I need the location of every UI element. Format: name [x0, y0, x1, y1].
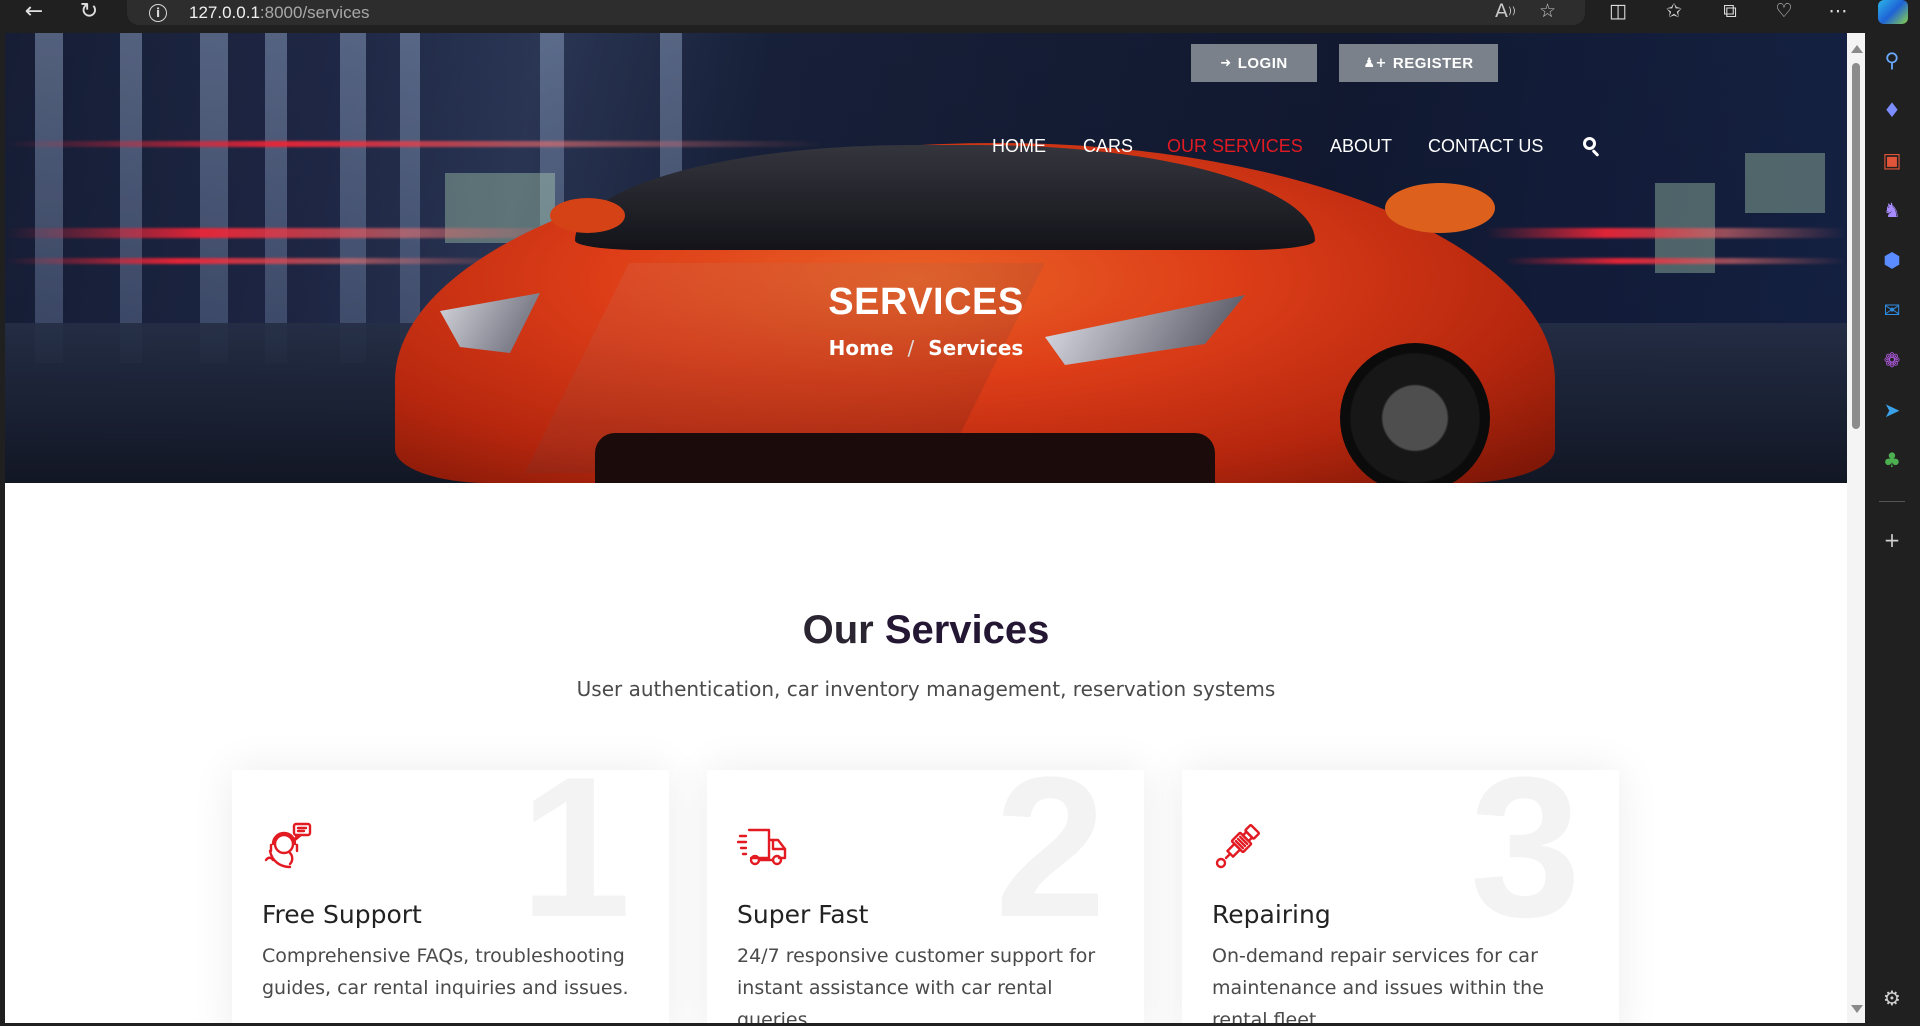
card-title: Super Fast [737, 900, 869, 929]
services-heading-part1: Our [802, 608, 885, 652]
services-subtitle: User authentication, car inventory manag… [576, 677, 1276, 701]
site-info-icon[interactable]: i [149, 3, 167, 22]
login-button[interactable]: ➜ LOGIN [1191, 44, 1317, 82]
card-number: 2 [994, 770, 1106, 959]
register-button[interactable]: ♟+ REGISTER [1339, 44, 1498, 82]
sign-in-icon: ➜ [1220, 55, 1232, 71]
scroll-up-arrow-icon[interactable] [1851, 45, 1863, 53]
card-description: On-demand repair services for car mainte… [1212, 945, 1544, 1023]
search-icon[interactable] [1580, 134, 1604, 158]
page-scrollbar[interactable] [1847, 33, 1865, 1023]
breadcrumb-separator: / [907, 336, 915, 360]
url-host: 127.0.0.1 [189, 2, 260, 22]
page-title: SERVICES [828, 281, 1024, 323]
breadcrumb: Home / Services [5, 336, 1847, 360]
refresh-icon[interactable]: ↻ [69, 0, 109, 24]
send-icon[interactable]: ➤ [1877, 395, 1907, 425]
card-description: 24/7 responsive customer support for ins… [737, 945, 1096, 1023]
add-icon[interactable]: + [1877, 525, 1907, 555]
copilot-icon[interactable]: ⬢ [1877, 245, 1907, 275]
address-bar[interactable]: i 127.0.0.1:8000/services A)) ☆ [127, 0, 1585, 25]
services-heading-part2: Services [884, 608, 1050, 652]
nav-home[interactable]: HOME [992, 136, 1046, 157]
favorites-icon[interactable]: ✩ [1656, 0, 1692, 22]
settings-icon[interactable]: ⚙ [1877, 983, 1907, 1013]
login-label: LOGIN [1237, 54, 1288, 72]
services-heading: Our Services [5, 608, 1847, 653]
tree-icon[interactable]: ♣ [1877, 445, 1907, 475]
office-icon[interactable]: ❁ [1877, 345, 1907, 375]
read-aloud-icon[interactable]: A)) [1495, 0, 1516, 22]
scroll-down-arrow-icon[interactable] [1851, 1005, 1863, 1013]
sidebar-divider [1879, 501, 1905, 502]
nav-cars[interactable]: CARS [1083, 136, 1133, 157]
fast-delivery-truck-icon [737, 828, 787, 866]
breadcrumb-current: Services [928, 336, 1024, 360]
more-options-icon[interactable]: ⋯ [1820, 0, 1856, 22]
browser-essentials-icon[interactable]: ♡ [1766, 0, 1802, 22]
tag-icon[interactable]: ♦ [1877, 95, 1907, 125]
search-icon[interactable]: ⚲ [1877, 45, 1907, 75]
nav-our-services[interactable]: OUR SERVICES [1167, 136, 1303, 157]
chess-icon[interactable]: ♞ [1877, 195, 1907, 225]
split-screen-icon[interactable]: ◫ [1600, 0, 1636, 22]
outlook-icon[interactable]: ✉ [1877, 295, 1907, 325]
spark-plug-icon [1215, 824, 1260, 869]
service-card-repairing: 3 Repairing On-demand repair services fo… [1182, 770, 1619, 1023]
nav-about[interactable]: ABOUT [1330, 136, 1392, 157]
register-label: REGISTER [1392, 54, 1474, 72]
card-number: 3 [1469, 770, 1581, 959]
breadcrumb-home[interactable]: Home [829, 336, 894, 360]
scrollbar-thumb[interactable] [1852, 63, 1860, 429]
card-description: Comprehensive FAQs, troubleshooting guid… [262, 945, 629, 999]
browser-toolbar: ← ↻ i 127.0.0.1:8000/services A)) ☆ ◫ ✩ … [0, 0, 1920, 33]
card-number: 1 [519, 770, 631, 959]
service-card-super-fast: 2 Super Fast 24/7 responsive customer su… [707, 770, 1144, 1023]
copilot-icon[interactable] [1878, 0, 1908, 24]
service-card-free-support: 1 Free Support Comprehensive FAQs, troub… [232, 770, 669, 1023]
url-path: :8000/services [259, 2, 370, 22]
favorite-star-icon[interactable]: ☆ [1539, 0, 1556, 22]
page-viewport: ➜ LOGIN ♟+ REGISTER HOME CARS OUR SERVIC… [5, 33, 1847, 1023]
hero-banner: ➜ LOGIN ♟+ REGISTER HOME CARS OUR SERVIC… [5, 33, 1847, 483]
support-agent-icon [264, 822, 312, 869]
card-title: Repairing [1212, 900, 1331, 929]
card-title: Free Support [262, 900, 422, 929]
nav-contact-us[interactable]: CONTACT US [1428, 136, 1543, 157]
back-icon[interactable]: ← [14, 0, 54, 24]
user-plus-icon: ♟+ [1363, 55, 1387, 71]
browser-sidebar: ⚲ ♦ ▣ ♞ ⬢ ✉ ❁ ➤ ♣ + ⚙ [1865, 33, 1920, 1026]
collections-icon[interactable]: ⧉ [1712, 0, 1748, 22]
briefcase-icon[interactable]: ▣ [1877, 145, 1907, 175]
